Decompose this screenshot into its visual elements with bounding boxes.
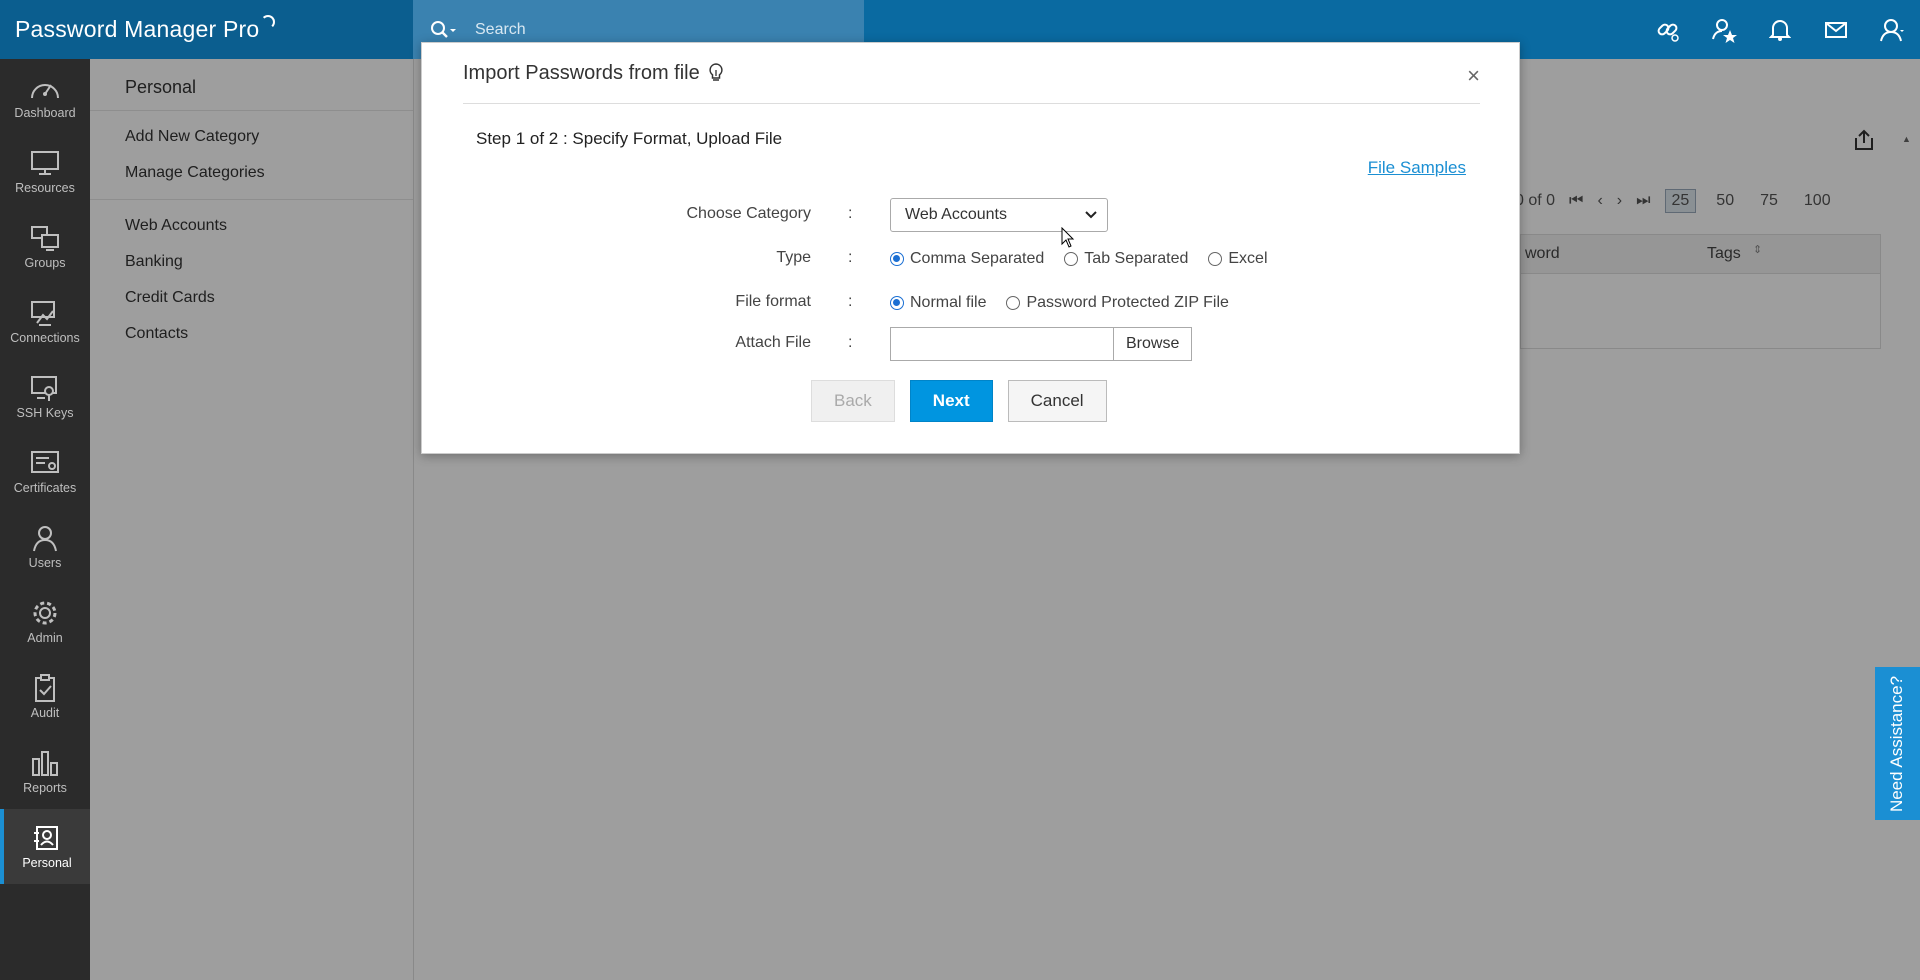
nav-label: Connections <box>10 330 80 345</box>
brand-name: Password Manager Pro <box>15 16 260 42</box>
radio-label: Normal file <box>910 294 987 311</box>
radio-selected[interactable] <box>890 296 904 310</box>
user-icon <box>33 525 57 551</box>
nav-connections[interactable]: Connections <box>0 284 90 359</box>
nav-reports[interactable]: Reports <box>0 734 90 809</box>
type-comma-radio[interactable]: Comma Separated <box>890 250 1044 268</box>
need-assistance-tab[interactable]: Need Assistance? <box>1875 667 1920 820</box>
colon: : <box>848 334 853 351</box>
radio-unselected[interactable] <box>1208 252 1223 266</box>
category-row: Choose Category : Web Accounts <box>422 197 1521 233</box>
lightbulb-icon[interactable] <box>708 63 724 83</box>
nav-ssh-keys[interactable]: SSH Keys <box>0 359 90 434</box>
category-label: Choose Category <box>686 205 811 222</box>
groups-icon <box>31 225 59 251</box>
file-format-row: File format : Normal file Password Prote… <box>422 285 1521 321</box>
nav-users[interactable]: Users <box>0 509 90 584</box>
nav-resources[interactable]: Resources <box>0 134 90 209</box>
nav-label: Dashboard <box>14 105 76 120</box>
back-button[interactable]: Back <box>811 380 895 422</box>
mouse-cursor-icon <box>1061 226 1075 254</box>
certificate-icon <box>31 450 59 473</box>
type-label: Type <box>776 249 811 266</box>
radio-label: Password Protected ZIP File <box>1026 294 1229 311</box>
mail-icon[interactable] <box>1808 0 1864 59</box>
category-selected-value: Web Accounts <box>905 206 1007 223</box>
bell-icon[interactable] <box>1752 0 1808 59</box>
dialog-title: Import Passwords from file <box>463 61 700 84</box>
nav-admin[interactable]: Admin <box>0 584 90 659</box>
left-nav: Dashboard Resources Groups Connections S… <box>0 59 90 980</box>
ssh-key-icon <box>31 375 57 401</box>
nav-groups[interactable]: Groups <box>0 209 90 284</box>
brand-logo[interactable]: Password Manager Pro <box>0 0 413 59</box>
category-select[interactable]: Web Accounts <box>890 198 1108 232</box>
next-button[interactable]: Next <box>909 380 993 422</box>
nav-label: Certificates <box>13 480 77 495</box>
personal-icon <box>34 825 58 850</box>
type-tab-radio[interactable]: Tab Separated <box>1064 250 1188 268</box>
search-icon[interactable] <box>423 20 463 40</box>
connections-link-icon[interactable] <box>1640 0 1696 59</box>
nav-label: Users <box>28 555 62 570</box>
nav-personal[interactable]: Personal <box>0 809 90 884</box>
close-icon[interactable]: × <box>1467 63 1480 89</box>
nav-certificates[interactable]: Certificates <box>0 434 90 509</box>
attach-file-row: Attach File : Browse <box>422 326 1521 362</box>
file-samples-link[interactable]: File Samples <box>1368 158 1466 178</box>
attach-file-label: Attach File <box>735 334 811 351</box>
radio-unselected[interactable] <box>1006 296 1021 310</box>
brand-swoosh-icon <box>261 14 276 29</box>
nav-label: Groups <box>24 255 66 270</box>
favorite-user-icon[interactable] <box>1696 0 1752 59</box>
format-normal-radio[interactable]: Normal file <box>890 294 986 312</box>
nav-label: Reports <box>23 780 67 795</box>
file-path-input[interactable] <box>890 327 1114 361</box>
dialog-header: Import Passwords from file × <box>463 43 1480 104</box>
radio-label: Comma Separated <box>910 250 1045 267</box>
type-row: Type : Comma Separated Tab Separated Exc… <box>422 241 1521 277</box>
connections-icon <box>31 300 55 326</box>
radio-label: Excel <box>1228 250 1268 267</box>
colon: : <box>848 293 853 310</box>
monitor-icon <box>31 150 59 175</box>
nav-label: Admin <box>27 630 63 645</box>
clipboard-icon <box>35 673 55 702</box>
radio-selected[interactable] <box>890 252 904 266</box>
nav-label: Audit <box>30 705 60 720</box>
nav-label: SSH Keys <box>16 405 74 420</box>
file-format-label: File format <box>735 293 811 310</box>
nav-label: Resources <box>15 180 75 195</box>
need-assistance-label: Need Assistance? <box>1887 675 1907 812</box>
colon: : <box>848 205 853 222</box>
step-indicator: Step 1 of 2 : Specify Format, Upload Fil… <box>476 129 783 148</box>
format-zip-radio[interactable]: Password Protected ZIP File <box>1006 294 1229 312</box>
search-input[interactable] <box>475 20 855 39</box>
import-passwords-dialog: Import Passwords from file × Step 1 of 2… <box>421 42 1520 454</box>
dialog-buttons: Back Next Cancel <box>811 380 1107 422</box>
bar-chart-icon <box>32 750 58 776</box>
gear-icon <box>33 601 57 624</box>
cancel-button[interactable]: Cancel <box>1007 380 1107 422</box>
nav-label: Personal <box>22 855 72 870</box>
type-excel-radio[interactable]: Excel <box>1208 250 1268 268</box>
colon: : <box>848 249 853 266</box>
dashboard-icon <box>31 83 59 98</box>
radio-unselected[interactable] <box>1064 252 1079 266</box>
browse-button[interactable]: Browse <box>1114 327 1193 361</box>
chevron-down-icon <box>1085 211 1097 219</box>
user-profile-icon[interactable] <box>1864 0 1920 59</box>
radio-label: Tab Separated <box>1084 250 1189 267</box>
nav-audit[interactable]: Audit <box>0 659 90 734</box>
nav-dashboard[interactable]: Dashboard <box>0 59 90 134</box>
